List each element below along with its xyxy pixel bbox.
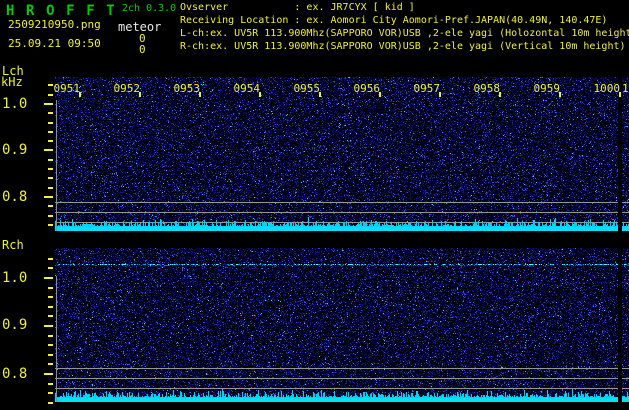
freq-minor-tick <box>48 84 53 86</box>
freq-major-tick <box>44 149 53 151</box>
freq-major-tick <box>44 196 53 198</box>
time-tick-label: 0959 <box>533 82 561 95</box>
freq-minor-tick <box>48 224 53 226</box>
time-tick-mark <box>139 92 141 97</box>
time-tick-label: 0957 <box>413 82 441 95</box>
freq-tick-label: 0.8 <box>2 366 28 382</box>
lch-spectrogram <box>55 77 629 231</box>
lch-rig-line: L-ch:ex. UV5R 113.900Mhz(SAPPORO VOR)USB… <box>180 28 629 39</box>
time-tick-mark <box>379 92 381 97</box>
capture-datetime: 25.09.21 09:50 <box>8 37 101 50</box>
freq-minor-tick <box>48 187 53 189</box>
freq-minor-tick <box>48 363 53 365</box>
freq-tick-label: 1.0 <box>2 270 28 286</box>
meteor-count-bottom: 0 <box>139 43 146 56</box>
time-tick-mark <box>79 92 81 97</box>
time-tick-label: 0952 <box>113 82 141 95</box>
freq-minor-tick <box>48 215 53 217</box>
freq-tick-label: 0.9 <box>2 317 28 333</box>
freq-minor-tick <box>48 177 53 179</box>
time-tick-mark <box>199 92 201 97</box>
freq-minor-tick <box>48 112 53 114</box>
freq-minor-tick <box>48 402 53 404</box>
freq-minor-tick <box>48 354 53 356</box>
time-tick-label: 0958 <box>473 82 501 95</box>
freq-minor-tick <box>48 258 53 260</box>
time-tick-mark <box>619 92 621 97</box>
time-tick-mark <box>439 92 441 97</box>
freq-minor-tick <box>48 296 53 298</box>
freq-major-tick <box>44 373 53 375</box>
freq-tick-label: 1.0 <box>2 96 28 112</box>
freq-minor-tick <box>48 315 53 317</box>
app-title: H R O F F T <box>6 3 117 19</box>
time-tick-mark <box>319 92 321 97</box>
freq-minor-tick <box>48 122 53 124</box>
time-tick-label: 0955 <box>293 82 321 95</box>
time-tick-label: 0951 <box>53 82 81 95</box>
observer-line: Ovserver : ex. JR7CYX [ kid ] <box>180 2 415 13</box>
freq-minor-tick <box>48 287 53 289</box>
freq-minor-tick <box>48 131 53 133</box>
freq-minor-tick <box>48 140 53 142</box>
khz-unit-label: kHz <box>1 75 23 89</box>
freq-minor-tick <box>48 168 53 170</box>
time-tick-label: 0956 <box>353 82 381 95</box>
time-tick-label: 0953 <box>173 82 201 95</box>
freq-minor-tick <box>48 267 53 269</box>
receiving-location-line: Receiving Location : ex. Aomori City Aom… <box>180 15 608 26</box>
capture-filename: 2509210950.png <box>8 18 101 31</box>
freq-minor-tick <box>48 306 53 308</box>
freq-major-tick <box>44 325 53 327</box>
freq-minor-tick <box>48 383 53 385</box>
freq-minor-tick <box>48 335 53 337</box>
rch-panel-label: Rch <box>2 238 24 252</box>
time-tick-label: 1000 <box>593 82 621 95</box>
freq-tick-label: 0.9 <box>2 142 28 158</box>
time-tick-label: 0954 <box>233 82 261 95</box>
rch-rig-line: R-ch:ex. UV5R 113.900Mhz(SAPPORO VOR)USB… <box>180 41 626 52</box>
freq-major-tick <box>44 277 53 279</box>
rch-spectrogram <box>55 248 629 402</box>
freq-minor-tick <box>48 159 53 161</box>
time-tick-label-partial: 1 <box>622 82 629 95</box>
time-tick-mark <box>499 92 501 97</box>
freq-major-tick <box>44 103 53 105</box>
freq-minor-tick <box>48 344 53 346</box>
freq-tick-label: 0.8 <box>2 189 28 205</box>
freq-minor-tick <box>48 205 53 207</box>
app-version: 2ch 0.3.0 <box>122 3 177 14</box>
freq-minor-tick <box>48 94 53 96</box>
freq-minor-tick <box>48 392 53 394</box>
time-tick-mark <box>559 92 561 97</box>
hrofft-screen: H R O F F T 2ch 0.3.0 2509210950.png met… <box>0 0 629 410</box>
time-tick-mark <box>259 92 261 97</box>
